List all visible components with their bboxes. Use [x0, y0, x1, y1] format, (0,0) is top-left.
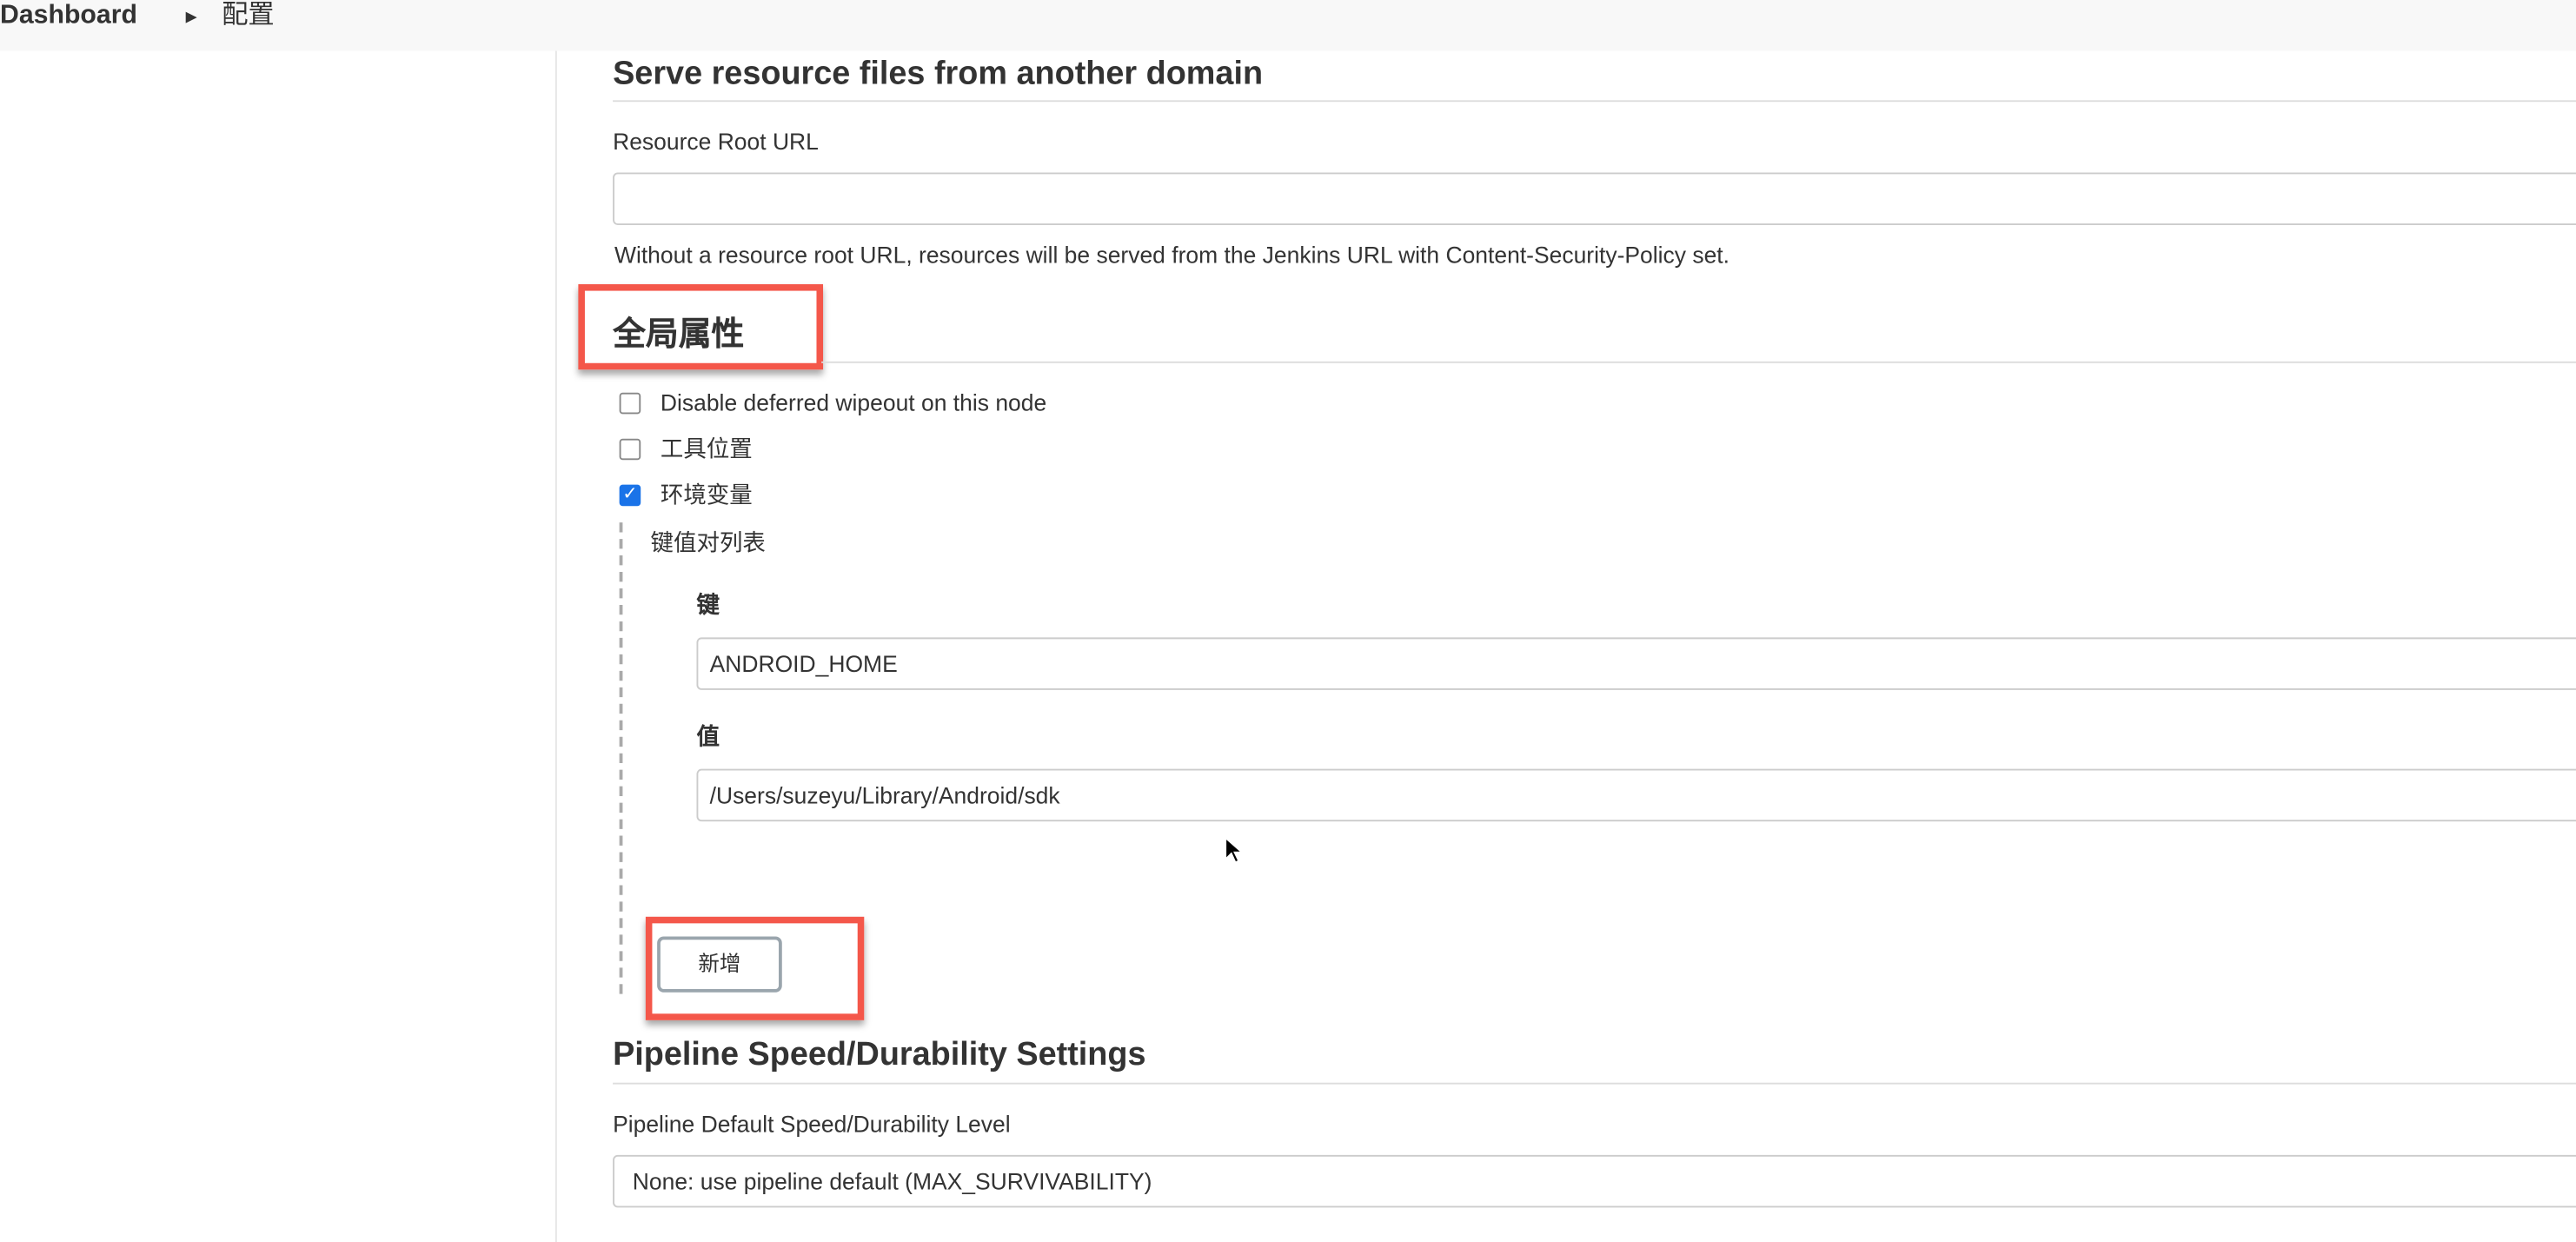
checkbox-env-vars[interactable]: ✓	[619, 484, 641, 507]
value-label: 值	[696, 722, 720, 749]
resource-root-url-label: Resource Root URL	[613, 128, 819, 155]
divider	[613, 100, 2576, 103]
chevron-right-icon: ▶	[185, 8, 197, 25]
section-title-pipeline: Pipeline Speed/Durability Settings	[613, 1036, 1146, 1073]
breadcrumb-dashboard[interactable]: Dashboard	[0, 0, 137, 33]
checkbox-label: 环境变量	[660, 481, 753, 508]
mouse-cursor-icon	[1225, 836, 1244, 864]
pipeline-durability-select[interactable]: None: use pipeline default (MAX_SURVIVAB…	[613, 1154, 2576, 1208]
checkbox-label: 工具位置	[660, 435, 753, 462]
pipeline-durability-label: Pipeline Default Speed/Durability Level	[613, 1110, 1011, 1138]
checkmark-icon: ✓	[622, 484, 638, 505]
checkbox-label: Disable deferred wipeout on this node	[660, 389, 1047, 416]
kv-list-label: 键值对列表	[650, 528, 766, 555]
jenkins-config-page: Dashboard ▶ 配置 Serve resource files from…	[0, 0, 2576, 1242]
breadcrumb: Dashboard ▶ 配置	[0, 0, 2576, 51]
divider	[613, 1082, 2576, 1085]
checkbox-disable-wipeout[interactable]	[619, 392, 641, 415]
resource-root-url-help: Without a resource root URL, resources w…	[614, 241, 1730, 269]
env-key-input[interactable]: ANDROID_HOME	[696, 637, 2576, 690]
section-title-global-properties: 全局属性	[613, 316, 745, 354]
env-value-input[interactable]: /Users/suzeyu/Library/Android/sdk	[696, 768, 2576, 822]
add-button[interactable]: 新增	[657, 936, 782, 993]
checkbox-tool-locations[interactable]	[619, 438, 641, 461]
resource-root-url-input[interactable]	[613, 172, 2576, 225]
sidebar-divider	[554, 50, 557, 1242]
breadcrumb-config[interactable]: 配置	[222, 0, 275, 33]
key-label: 键	[696, 591, 720, 618]
divider	[821, 361, 2576, 363]
nested-section-border	[619, 522, 623, 994]
section-title-resource: Serve resource files from another domain	[613, 56, 1264, 92]
